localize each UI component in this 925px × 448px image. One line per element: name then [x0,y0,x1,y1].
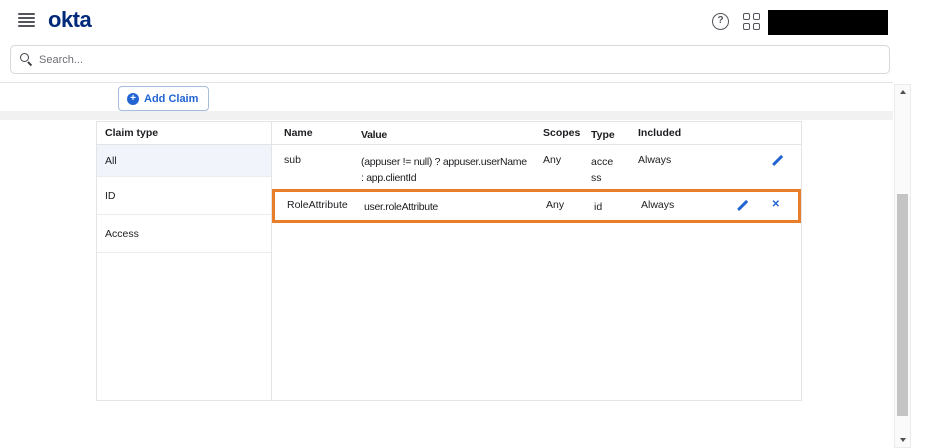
col-header-type: Type [591,129,615,141]
search-placeholder: Search... [39,53,84,66]
cell-scopes: Any [543,154,562,166]
scroll-up-icon[interactable] [895,85,910,99]
edit-claim-icon[interactable] [736,199,748,211]
cell-value: user.roleAttribute [364,201,438,213]
table-row-sub: sub (appuser != null) ? appuser.userName… [272,145,801,189]
delete-claim-icon[interactable]: ✕ [772,199,780,211]
menu-icon[interactable] [18,13,35,27]
col-header-included: Included [638,127,682,139]
claims-widget: Claim type All ID Access Name Value Scop… [96,121,802,401]
claim-type-header: Claim type [97,122,271,145]
claim-type-all[interactable]: All [97,145,271,177]
claims-table: Name Value Scopes Type Included sub (app… [272,122,801,400]
apps-grid-icon[interactable] [743,13,761,31]
okta-admin-page: okta ? Search... + Add Claim Claim type … [0,0,925,448]
scrollbar-thumb[interactable] [897,194,908,416]
claim-type-panel: Claim type All ID Access [97,122,272,400]
cell-name: sub [284,154,301,166]
col-header-name: Name [284,127,313,139]
search-icon [20,53,33,66]
claim-type-id[interactable]: ID [97,177,271,215]
col-header-value: Value [361,129,387,141]
cell-scopes: Any [546,199,565,211]
okta-logo[interactable]: okta [48,7,92,33]
vertical-scrollbar[interactable] [894,84,911,448]
cell-included: Always [638,154,672,166]
add-claim-button[interactable]: + Add Claim [118,86,210,111]
claim-type-label: All [105,154,117,167]
account-menu-redacted[interactable] [768,10,888,35]
scroll-down-icon[interactable] [895,433,910,447]
cell-type: id [594,201,603,213]
top-nav: okta ? [0,0,925,40]
table-row-roleattribute-highlighted: RoleAttribute user.roleAttribute Any id … [272,189,801,223]
help-icon[interactable]: ? [712,13,729,30]
cell-included: Always [641,199,675,211]
add-claim-label: Add Claim [144,92,199,105]
section-separator [0,111,893,120]
search-input[interactable]: Search... [10,45,890,74]
claim-type-label: ID [105,189,116,202]
claims-table-header-row: Name Value Scopes Type Included [272,122,801,145]
header-divider [0,82,893,83]
cell-value: (appuser != null) ? appuser.userName : a… [361,156,527,185]
plus-icon: + [127,92,139,105]
claim-type-access[interactable]: Access [97,215,271,253]
claim-type-label: Access [105,227,139,240]
edit-claim-icon[interactable] [771,154,784,166]
cell-type: access [591,156,614,185]
cell-name: RoleAttribute [287,199,348,211]
col-header-scopes: Scopes [543,127,581,139]
